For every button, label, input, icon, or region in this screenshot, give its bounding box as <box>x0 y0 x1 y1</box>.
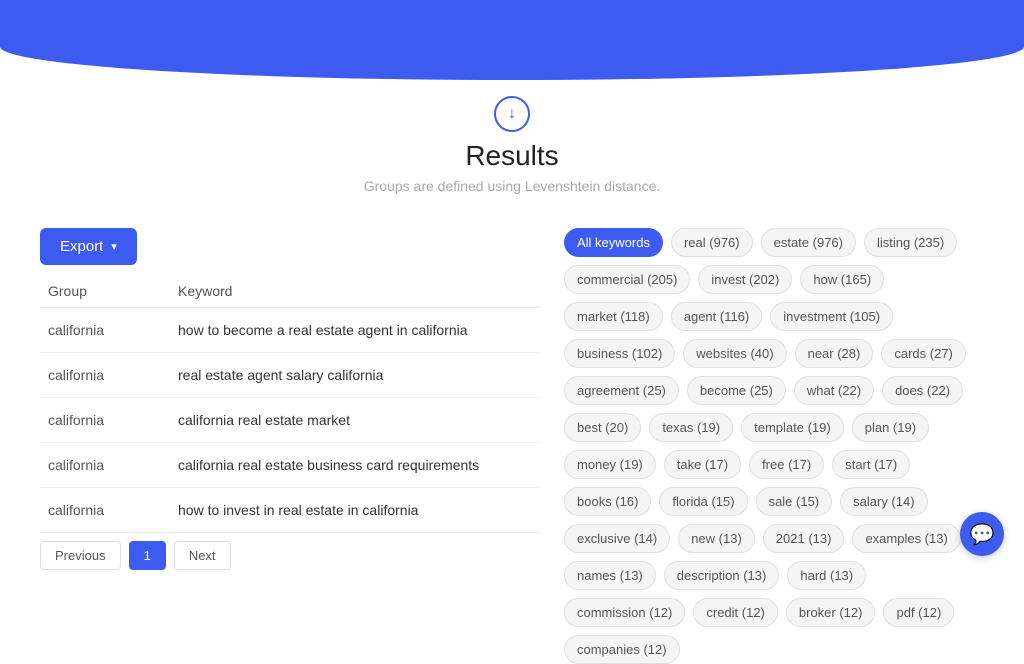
keyword-tag[interactable]: near (28) <box>795 339 874 368</box>
keyword-cell: california real estate market <box>178 412 532 428</box>
table-row: california california real estate market <box>40 398 540 443</box>
keyword-tag[interactable]: best (20) <box>564 413 641 442</box>
keyword-tag[interactable]: pdf (12) <box>883 598 954 627</box>
down-arrow-icon: ↓ <box>494 96 530 132</box>
keyword-tag[interactable]: new (13) <box>678 524 755 553</box>
keyword-tag[interactable]: money (19) <box>564 450 656 479</box>
keyword-tag[interactable]: plan (19) <box>852 413 929 442</box>
keyword-tag[interactable]: template (19) <box>741 413 844 442</box>
group-cell: california <box>48 322 178 338</box>
col-group-header: Group <box>48 283 178 299</box>
keyword-tag[interactable]: credit (12) <box>693 598 778 627</box>
table-body: california how to become a real estate a… <box>40 308 540 533</box>
keyword-tag[interactable]: start (17) <box>832 450 910 479</box>
next-button[interactable]: Next <box>174 541 231 570</box>
keyword-tag[interactable]: agent (116) <box>671 302 763 331</box>
keyword-tag[interactable]: salary (14) <box>840 487 927 516</box>
tags-container: All keywords real (976) estate (976) listin… <box>564 228 984 664</box>
keyword-tag[interactable]: 2021 (13) <box>763 524 845 553</box>
keyword-cell: how to invest in real estate in californ… <box>178 502 532 518</box>
keyword-tag[interactable]: take (17) <box>664 450 741 479</box>
keyword-tag[interactable]: agreement (25) <box>564 376 679 405</box>
keyword-cell: california real estate business card req… <box>178 457 532 473</box>
keyword-tag[interactable]: invest (202) <box>698 265 792 294</box>
export-button[interactable]: Export ▾ <box>40 228 137 265</box>
results-header: ↓ Results Groups are defined using Leven… <box>0 96 1024 212</box>
keyword-tag[interactable]: business (102) <box>564 339 675 368</box>
keyword-tag[interactable]: free (17) <box>749 450 824 479</box>
page-1-button[interactable]: 1 <box>129 541 166 570</box>
group-cell: california <box>48 412 178 428</box>
keyword-tag[interactable]: sale (15) <box>756 487 833 516</box>
keyword-tag[interactable]: companies (12) <box>564 635 680 664</box>
keyword-tag[interactable]: broker (12) <box>786 598 876 627</box>
results-subtitle: Groups are defined using Levenshtein dis… <box>364 178 661 194</box>
keyword-tag[interactable]: exclusive (14) <box>564 524 670 553</box>
chevron-down-icon: ▾ <box>111 240 117 253</box>
group-cell: california <box>48 367 178 383</box>
table-header: Group Keyword <box>40 283 540 308</box>
keyword-tag[interactable]: real (976) <box>671 228 753 257</box>
keyword-tag[interactable]: florida (15) <box>659 487 747 516</box>
keyword-tag[interactable]: estate (976) <box>761 228 856 257</box>
keyword-tag[interactable]: commercial (205) <box>564 265 690 294</box>
keyword-tag[interactable]: investment (105) <box>770 302 893 331</box>
keyword-cell: how to become a real estate agent in cal… <box>178 322 532 338</box>
keyword-tag[interactable]: become (25) <box>687 376 786 405</box>
keyword-tag[interactable]: what (22) <box>794 376 874 405</box>
keyword-tag[interactable]: All keywords <box>564 228 663 257</box>
keyword-tag[interactable]: texas (19) <box>649 413 733 442</box>
table-row: california real estate agent salary cali… <box>40 353 540 398</box>
keyword-tag[interactable]: does (22) <box>882 376 963 405</box>
right-panel: All keywords real (976) estate (976) listin… <box>564 228 984 664</box>
group-cell: california <box>48 457 178 473</box>
header-banner <box>0 0 1024 80</box>
keyword-cell: real estate agent salary california <box>178 367 532 383</box>
group-cell: california <box>48 502 178 518</box>
main-content: Export ▾ Group Keyword california how to… <box>0 228 1024 664</box>
table-row: california california real estate busine… <box>40 443 540 488</box>
pagination: Previous 1 Next <box>40 541 540 570</box>
table-row: california how to become a real estate a… <box>40 308 540 353</box>
chat-icon: 💬 <box>970 522 995 547</box>
chat-bubble-button[interactable]: 💬 <box>960 512 1004 556</box>
keyword-tag[interactable]: examples (13) <box>852 524 960 553</box>
keyword-tag[interactable]: books (16) <box>564 487 651 516</box>
col-keyword-header: Keyword <box>178 283 532 299</box>
keyword-tag[interactable]: how (165) <box>800 265 884 294</box>
keyword-tag[interactable]: cards (27) <box>881 339 966 368</box>
keyword-tag[interactable]: market (118) <box>564 302 663 331</box>
table-row: california how to invest in real estate … <box>40 488 540 533</box>
keyword-tag[interactable]: commission (12) <box>564 598 685 627</box>
keyword-tag[interactable]: websites (40) <box>683 339 786 368</box>
left-panel: Export ▾ Group Keyword california how to… <box>40 228 540 664</box>
page-title: Results <box>465 140 558 172</box>
prev-button[interactable]: Previous <box>40 541 121 570</box>
keyword-tag[interactable]: listing (235) <box>864 228 957 257</box>
